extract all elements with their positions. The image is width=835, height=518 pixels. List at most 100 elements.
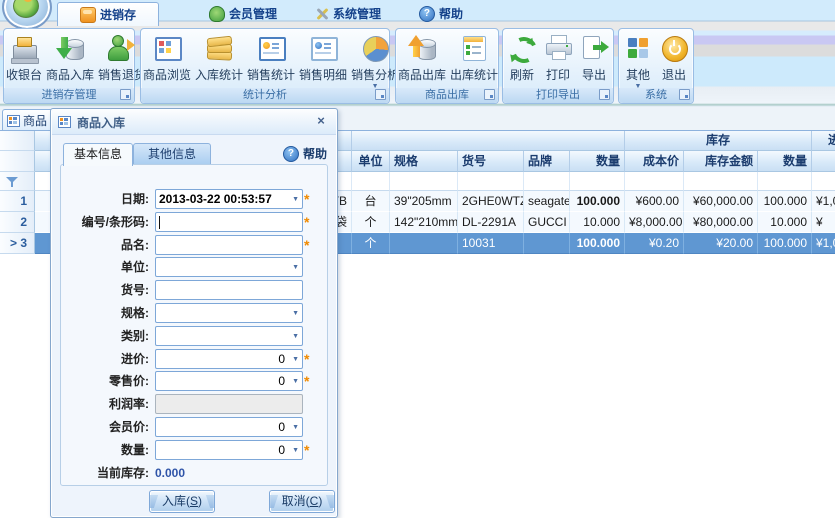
ribbon-button-refresh[interactable]: 刷新 [505,32,539,84]
grid-column-header-brand[interactable]: 品牌 [524,151,570,172]
number-field[interactable]: 0▼ [155,371,303,391]
ribbon-tab-4[interactable]: ?帮助 [405,2,477,25]
grid-cell-unit[interactable]: 台 [352,191,390,212]
grid-cell-unit[interactable]: 个 [352,233,390,254]
grid-cell-brand[interactable]: seagate [524,191,570,212]
grid-filter-cell[interactable] [390,172,458,191]
grid-filter-cell[interactable] [570,172,625,191]
text-field[interactable] [155,212,303,232]
ribbon-button-inbound-stats[interactable]: 入库统计 [193,32,245,84]
dialog-title: 商品入库 [77,114,125,131]
grid-filter-rowheader[interactable] [0,172,35,191]
grid-row-number-3[interactable]: > 3 [0,233,35,254]
dialog-launcher-icon[interactable] [679,89,690,100]
ribbon-button-outbound-stats[interactable]: 出库统计 [448,32,500,84]
grid-column-header-stock_amount[interactable]: 库存金额 [684,151,758,172]
ribbon-button-goods-browse[interactable]: 商品浏览 [141,32,193,84]
grid-cell-qty2[interactable]: 100.000 [758,233,812,254]
grid-filter-cell[interactable] [812,172,835,191]
combo-field[interactable]: ▼ [155,326,303,346]
dialog-launcher-icon[interactable] [375,89,386,100]
grid-column-header-cost[interactable]: 成本价 [625,151,684,172]
ribbon-button-sales-stats[interactable]: 销售统计 [245,32,297,84]
grid-cell-spec[interactable] [390,233,458,254]
grid-filter-cell[interactable] [524,172,570,191]
dialog-launcher-icon[interactable] [599,89,610,100]
combo-field[interactable]: ▼ [155,257,303,277]
ribbon-button-exit[interactable]: 退出 [657,32,691,84]
grid-cell-qty2[interactable]: 10.000 [758,212,812,233]
number-field[interactable]: 0▼ [155,417,303,437]
ribbon-button-sales-detail[interactable]: 销售明细 [297,32,349,84]
grid-column-header-qty[interactable]: 数量 [570,151,625,172]
grid-filter-cell[interactable] [625,172,684,191]
grid-cell-cost[interactable]: ¥8,000.00 [625,212,684,233]
ribbon-button-other[interactable]: 其他▼ [621,32,655,91]
grid-cell-item_no[interactable]: 10031 [458,233,524,254]
grid-cell-cost[interactable]: ¥600.00 [625,191,684,212]
ribbon-group-label: 商品出库 [396,88,498,103]
tab-other-info[interactable]: 其他信息 [133,143,211,166]
combo-field[interactable]: 2013-03-22 00:53:57▼ [155,189,303,209]
grid-row-number-1[interactable]: 1 [0,191,35,212]
ribbon-button-sales-analysis[interactable]: 销售分析▼ [349,32,401,91]
ribbon-tab-1[interactable]: 进销存 [57,2,159,26]
grid-cell-stock_amount[interactable]: ¥80,000.00 [684,212,758,233]
grid-cell-qty[interactable]: 100.000 [570,233,625,254]
tab-basic-info[interactable]: 基本信息 [63,143,133,166]
number-field[interactable]: 0▼ [155,349,303,369]
grid-cell-qty2[interactable]: 100.000 [758,191,812,212]
grid-cell-cost[interactable]: ¥0.20 [625,233,684,254]
ribbon-button-export[interactable]: 导出 [577,32,611,84]
ribbon-button-label: 出库统计 [450,66,498,83]
grid-filter-cell[interactable] [352,172,390,191]
help-link[interactable]: ? 帮助 [283,145,327,162]
grid-cell-unit[interactable]: 个 [352,212,390,233]
grid-filter-cell[interactable] [458,172,524,191]
grid-cell-spec[interactable]: 39"205mm [390,191,458,212]
combo-field[interactable]: ▼ [155,303,303,323]
grid-column-header-spec[interactable]: 规格 [390,151,458,172]
ribbon-button-print[interactable]: 打印 [541,32,575,84]
ribbon-group-5: 其他▼退出系统 [618,28,694,104]
grid-column-header-item_no[interactable]: 货号 [458,151,524,172]
grid-cell-item_no[interactable]: DL-2291A [458,212,524,233]
text-field[interactable] [155,235,303,255]
grid-filter-cell[interactable] [684,172,758,191]
grid-cell-qty[interactable]: 10.000 [570,212,625,233]
grid-cell-partial[interactable]: ¥1,0 [812,233,835,254]
grid-column-header-partial[interactable] [812,151,835,172]
grid-row-number-2[interactable]: 2 [0,212,35,233]
dialog-launcher-icon[interactable] [120,89,131,100]
ribbon-tab-2[interactable]: 会员管理 [190,2,296,25]
grid-cell-partial[interactable]: ¥1,0 [812,191,835,212]
ribbon-button-label: 商品出库 [398,66,446,83]
stock-in-button[interactable]: 入库(S) [149,490,215,513]
dialog-title-bar[interactable]: 商品入库 [52,110,336,135]
grid-cell-item_no[interactable]: 2GHE0WTZ [458,191,524,212]
grid-cell-spec[interactable]: 142"210mm [390,212,458,233]
form-row-9: 零售价:0▼* [61,371,327,391]
grid-cell-stock_amount[interactable]: ¥20.00 [684,233,758,254]
text-field[interactable] [155,280,303,300]
dialog-launcher-icon[interactable] [484,89,495,100]
ribbon-button-stock-out[interactable]: 商品出库 [396,32,448,84]
grid-cell-brand[interactable]: GUCCI [524,212,570,233]
sales-stats-icon [256,33,286,63]
current-stock-value: 0.000 [155,463,185,483]
close-icon[interactable]: × [313,113,329,129]
grid-cell-qty[interactable]: 100.000 [570,191,625,212]
ribbon-tab-3[interactable]: 系统管理 [300,2,396,25]
grid-cell-stock_amount[interactable]: ¥60,000.00 [684,191,758,212]
ribbon-group-body: 商品浏览入库统计销售统计销售明细销售分析▼ [141,29,389,89]
ribbon-button-stock-in[interactable]: 商品入库 [44,32,96,84]
grid-column-header-unit[interactable]: 单位 [352,151,390,172]
number-field[interactable]: 0▼ [155,440,303,460]
grid-cell-brand[interactable] [524,233,570,254]
inbound-stats-icon [204,33,234,63]
grid-filter-cell[interactable] [758,172,812,191]
grid-cell-partial[interactable]: ¥ [812,212,835,233]
grid-column-header-qty2[interactable]: 数量 [758,151,812,172]
cancel-button[interactable]: 取消(C) [269,490,335,513]
ribbon-button-cashier[interactable]: 收银台 [4,32,44,84]
